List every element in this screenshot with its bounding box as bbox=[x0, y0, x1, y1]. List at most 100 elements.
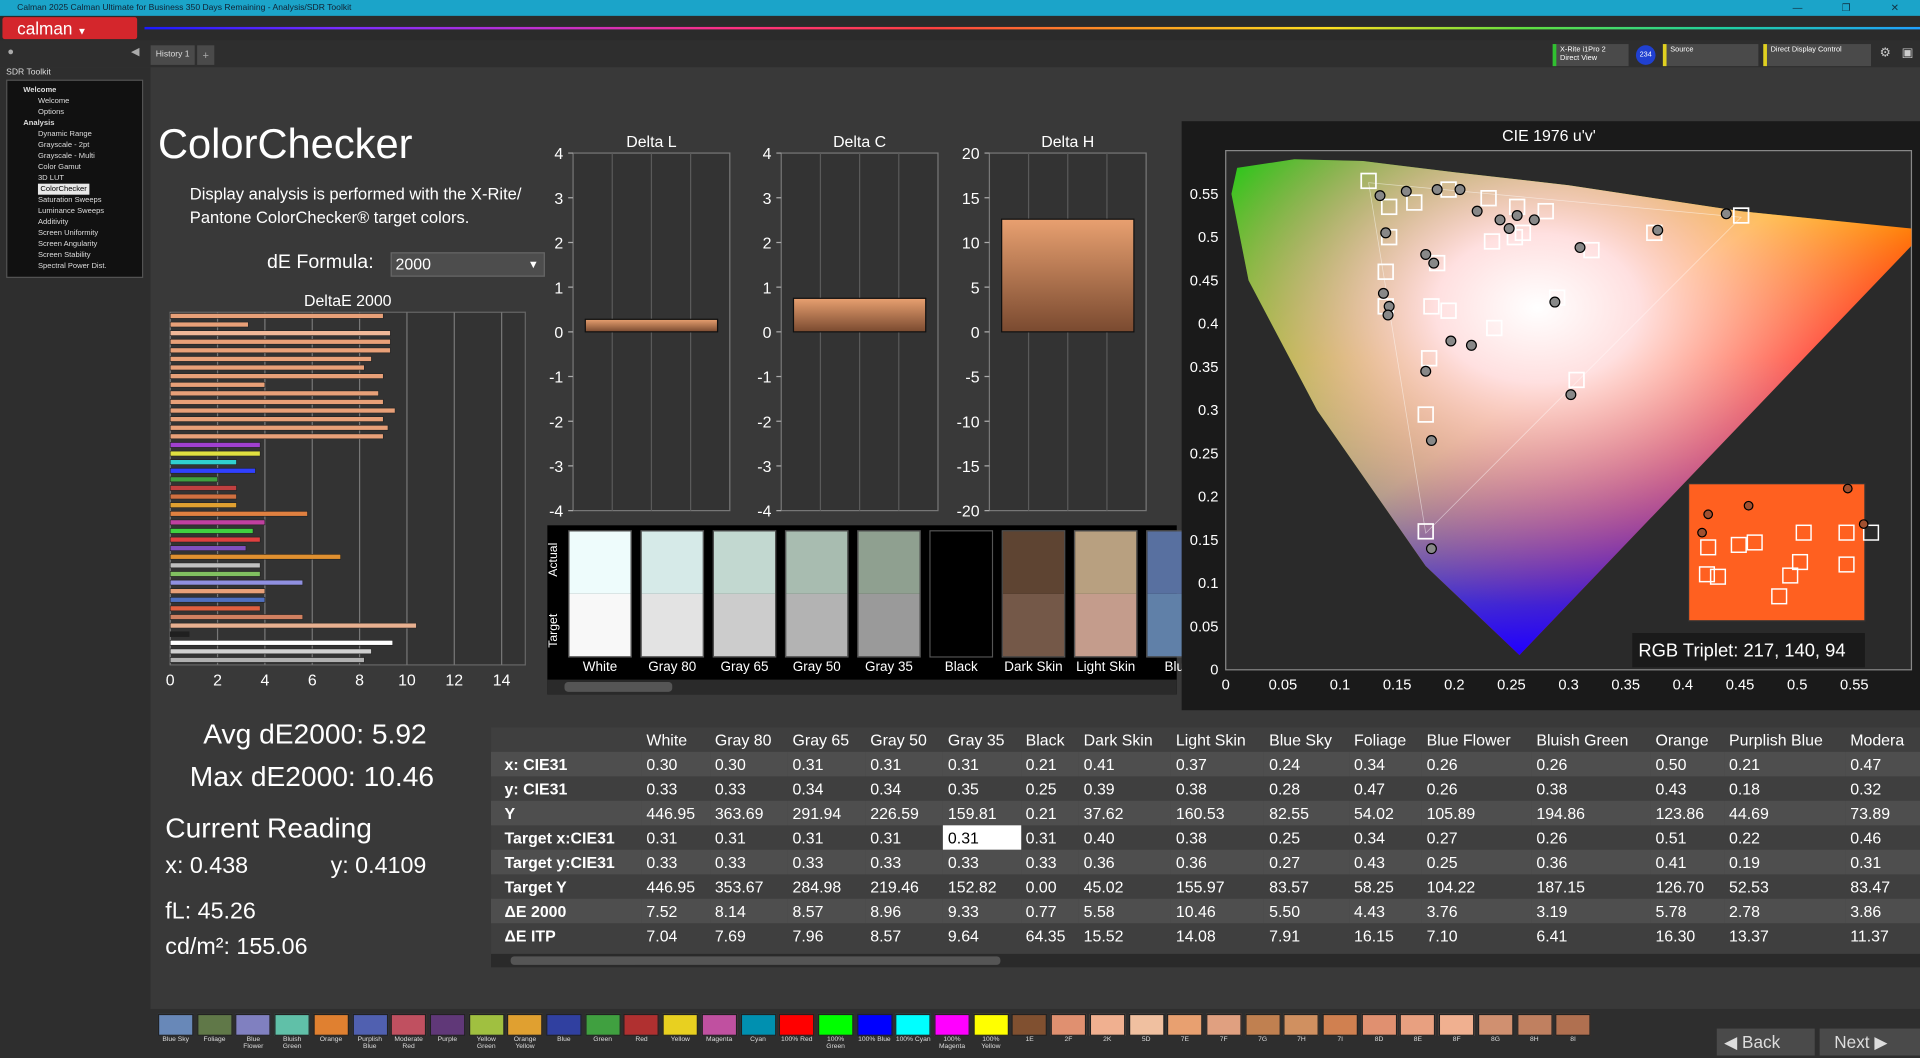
table-cell[interactable]: 0.22 bbox=[1724, 825, 1845, 849]
close-icon[interactable]: ✕ bbox=[1891, 0, 1899, 16]
table-cell[interactable]: 0.31 bbox=[943, 751, 1021, 777]
meter-selector[interactable]: X-Rite i1Pro 2 Direct View bbox=[1552, 44, 1629, 67]
column-header[interactable]: Black bbox=[1021, 727, 1079, 751]
table-cell[interactable]: 0.33 bbox=[865, 849, 944, 875]
table-cell[interactable]: 3.76 bbox=[1421, 898, 1532, 924]
table-cell[interactable]: 54.02 bbox=[1349, 800, 1422, 826]
table-cell[interactable]: 73.89 bbox=[1845, 800, 1920, 826]
table-cell[interactable]: 353.67 bbox=[710, 874, 788, 898]
swatch-5d[interactable]: 5D bbox=[1128, 1013, 1164, 1053]
sidebar-item-additivity[interactable]: Additivity bbox=[12, 217, 142, 228]
de-formula-select[interactable]: 2000 ▼ bbox=[390, 252, 545, 277]
table-cell[interactable]: 0.77 bbox=[1020, 898, 1079, 924]
table-cell[interactable]: 0.24 bbox=[1264, 751, 1350, 777]
patch-white[interactable] bbox=[568, 530, 632, 658]
table-cell[interactable]: 7.52 bbox=[641, 898, 710, 924]
table-cell[interactable]: 8.57 bbox=[787, 898, 866, 924]
table-cell[interactable]: 16.15 bbox=[1349, 923, 1422, 947]
table-cell[interactable]: 152.82 bbox=[943, 874, 1021, 898]
table-cell[interactable]: 82.55 bbox=[1264, 800, 1350, 826]
swatch-yellow[interactable]: Yellow bbox=[662, 1013, 699, 1053]
table-cell[interactable]: 0.51 bbox=[1651, 825, 1725, 849]
table-cell[interactable]: 0.18 bbox=[1724, 776, 1845, 800]
swatch-7g[interactable]: 7G bbox=[1244, 1013, 1281, 1053]
swatch-7i[interactable]: 7I bbox=[1322, 1013, 1358, 1053]
table-cell[interactable]: 15.52 bbox=[1079, 923, 1171, 947]
column-header[interactable]: Blue Sky bbox=[1264, 727, 1349, 751]
row-label[interactable]: Target y:CIE31 bbox=[491, 849, 642, 875]
add-tab-button[interactable]: + bbox=[197, 45, 215, 65]
table-cell[interactable]: 7.04 bbox=[642, 923, 710, 947]
column-header[interactable]: Light Skin bbox=[1171, 727, 1264, 751]
table-cell[interactable]: 7.10 bbox=[1422, 923, 1532, 947]
camera-icon[interactable]: ▣ bbox=[1902, 47, 1914, 60]
table-cell[interactable]: 0.33 bbox=[641, 849, 710, 875]
sidebar-item-screen-angularity[interactable]: Screen Angularity bbox=[12, 239, 142, 250]
table-cell[interactable]: 0.31 bbox=[865, 751, 944, 777]
sidebar-item-colorchecker[interactable]: ColorChecker bbox=[12, 183, 142, 195]
table-cell[interactable]: 0.50 bbox=[1650, 751, 1725, 777]
table-cell[interactable]: 0.39 bbox=[1079, 776, 1171, 800]
swatch-cyan[interactable]: Cyan bbox=[740, 1013, 776, 1053]
swatch-100-blue[interactable]: 100% Blue bbox=[856, 1013, 893, 1053]
table-cell[interactable]: 11.37 bbox=[1845, 923, 1920, 947]
table-cell[interactable]: 0.34 bbox=[788, 776, 866, 800]
table-cell[interactable]: 0.41 bbox=[1078, 751, 1171, 777]
table-cell[interactable]: 0.26 bbox=[1422, 776, 1532, 800]
table-cell[interactable]: 5.58 bbox=[1078, 898, 1171, 924]
sidebar-item-color-gamut[interactable]: Color Gamut bbox=[12, 162, 142, 173]
row-label[interactable]: ΔE ITP bbox=[491, 923, 641, 947]
column-header[interactable]: Gray 65 bbox=[788, 727, 866, 751]
table-cell[interactable]: 9.33 bbox=[943, 898, 1021, 924]
table-cell[interactable]: 0.33 bbox=[710, 776, 788, 800]
column-header[interactable]: Purplish Blue bbox=[1724, 727, 1845, 751]
table-cell[interactable]: 0.31 bbox=[865, 825, 943, 849]
table-cell[interactable]: 0.25 bbox=[1421, 849, 1532, 875]
table-cell[interactable]: 3.86 bbox=[1845, 898, 1920, 924]
table-cell[interactable]: 44.69 bbox=[1724, 800, 1846, 826]
minimize-icon[interactable]: — bbox=[1793, 0, 1803, 16]
table-cell[interactable]: 10.46 bbox=[1170, 898, 1265, 924]
table-cell[interactable]: 126.70 bbox=[1651, 874, 1725, 898]
source-selector[interactable]: Source bbox=[1662, 44, 1759, 67]
table-cell[interactable]: 83.57 bbox=[1264, 874, 1349, 898]
swatch-2f[interactable]: 2F bbox=[1050, 1013, 1087, 1053]
swatch-7f[interactable]: 7F bbox=[1205, 1013, 1242, 1053]
column-header[interactable] bbox=[491, 727, 641, 751]
table-cell[interactable]: 45.02 bbox=[1079, 874, 1171, 898]
sidebar-item-welcome[interactable]: Welcome bbox=[12, 84, 142, 95]
table-cell[interactable]: 16.30 bbox=[1651, 923, 1725, 947]
patch-gray-80[interactable] bbox=[640, 530, 705, 658]
table-cell[interactable]: 64.35 bbox=[1021, 923, 1079, 947]
table-cell[interactable]: 0.43 bbox=[1349, 849, 1422, 875]
column-header[interactable]: Foliage bbox=[1349, 727, 1422, 751]
swatch-moderate-red[interactable]: Moderate Red bbox=[390, 1013, 427, 1053]
table-cell[interactable]: 0.27 bbox=[1264, 849, 1350, 875]
patch-scroll-thumb[interactable] bbox=[564, 682, 673, 692]
table-cell[interactable]: 2.78 bbox=[1724, 898, 1846, 924]
table-cell[interactable]: 284.98 bbox=[788, 874, 866, 898]
sidebar-item-dynamic-range[interactable]: Dynamic Range bbox=[12, 129, 142, 140]
next-button[interactable]: Next ▶ bbox=[1819, 1028, 1920, 1056]
swatch-red[interactable]: Red bbox=[623, 1013, 660, 1053]
swatch-7h[interactable]: 7H bbox=[1283, 1013, 1320, 1053]
table-cell[interactable]: 8.96 bbox=[865, 898, 944, 924]
table-cell[interactable]: 0.34 bbox=[865, 776, 943, 800]
table-cell[interactable]: 83.47 bbox=[1845, 874, 1920, 898]
table-cell[interactable]: 0.40 bbox=[1079, 825, 1171, 849]
table-cell[interactable]: 0.30 bbox=[709, 751, 788, 777]
table-cell[interactable]: 7.69 bbox=[710, 923, 788, 947]
sidebar-item-welcome[interactable]: Welcome bbox=[12, 96, 142, 107]
patch-light-skin[interactable] bbox=[1073, 530, 1138, 658]
column-header[interactable]: Blue Flower bbox=[1422, 727, 1532, 751]
table-cell[interactable]: 0.34 bbox=[1349, 751, 1422, 777]
table-cell[interactable]: 58.25 bbox=[1349, 874, 1422, 898]
swatch-yellow-green[interactable]: Yellow Green bbox=[468, 1013, 504, 1053]
swatch-100-yellow[interactable]: 100% Yellow bbox=[973, 1013, 1009, 1053]
table-cell[interactable]: 5.78 bbox=[1650, 898, 1725, 924]
meter-badge[interactable]: 234 bbox=[1635, 45, 1656, 65]
table-cell[interactable]: 226.59 bbox=[865, 800, 944, 826]
column-header[interactable]: Gray 50 bbox=[865, 727, 943, 751]
collapse-icon[interactable]: ◀ bbox=[131, 45, 139, 58]
sidebar-item-options[interactable]: Options bbox=[12, 107, 142, 118]
